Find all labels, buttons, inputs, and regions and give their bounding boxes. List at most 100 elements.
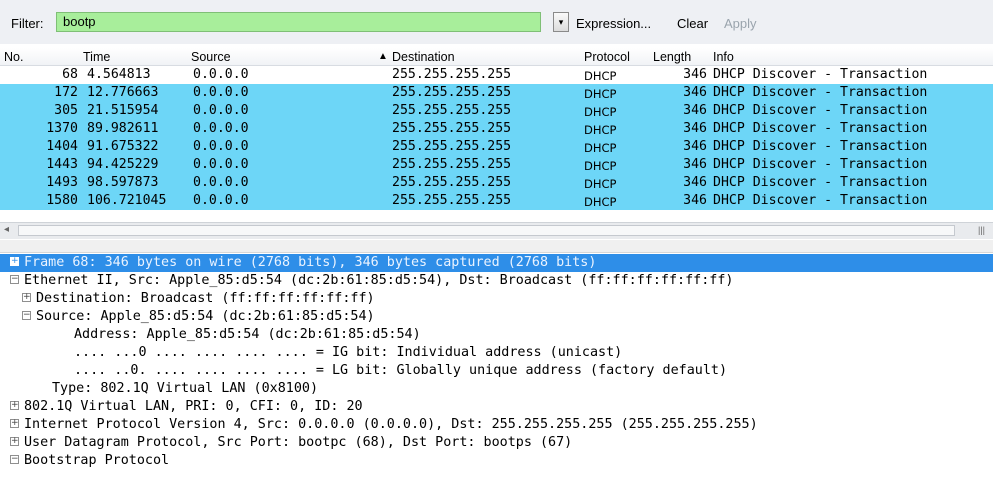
packet-cell-protocol: DHCP [584, 141, 617, 155]
apply-button[interactable]: Apply [724, 16, 757, 31]
packet-cell-time: 12.776663 [87, 85, 159, 100]
packet-row[interactable]: 305 21.515954 0.0.0.0 255.255.255.255 DHCP 34… [0, 102, 993, 120]
packet-list-horizontal-scrollbar[interactable]: ◂ ||| [0, 222, 993, 239]
filter-label: Filter: [11, 16, 44, 31]
detail-row[interactable]: + User Datagram Protocol, Src Port: bootp… [0, 434, 993, 452]
packet-cell-info: DHCP Discover - Transaction [713, 121, 928, 136]
expand-icon[interactable]: + [22, 293, 31, 302]
packet-row[interactable]: 68 4.564813 0.0.0.0 255.255.255.255 DHCP 346 D… [0, 66, 993, 84]
packet-cell-destination: 255.255.255.255 [392, 103, 512, 118]
packet-cell-info: DHCP Discover - Transaction [713, 103, 928, 118]
packet-cell-protocol: DHCP [584, 105, 617, 119]
detail-row[interactable]: − Bootstrap Protocol [0, 452, 993, 470]
packet-cell-destination: 255.255.255.255 [392, 157, 512, 172]
detail-row[interactable]: + Frame 68: 346 bytes on wire (2768 bits)… [0, 254, 993, 272]
filter-dropdown-button[interactable]: ▾ [553, 12, 569, 32]
detail-row-text: .... ...0 .... .... .... .... = IG bit: … [74, 345, 623, 360]
column-header-info[interactable]: Info [713, 50, 734, 64]
detail-row[interactable]: − Ethernet II, Src: Apple_85:d5:54 (dc:2b… [0, 272, 993, 290]
column-header-source[interactable]: Source [191, 50, 231, 64]
packet-cell-time: 94.425229 [87, 157, 159, 172]
packet-row[interactable]: 1443 94.425229 0.0.0.0 255.255.255.255 DHCP 3… [0, 156, 993, 174]
detail-row[interactable]: − Source: Apple_85:d5:54 (dc:2b:61:85:d5:… [0, 308, 993, 326]
packet-rows: 68 4.564813 0.0.0.0 255.255.255.255 DHCP 346 D… [0, 66, 993, 210]
packet-row[interactable]: 1370 89.982611 0.0.0.0 255.255.255.255 DHCP 3… [0, 120, 993, 138]
packet-row[interactable]: 172 12.776663 0.0.0.0 255.255.255.255 DHCP 34… [0, 84, 993, 102]
packet-cell-source: 0.0.0.0 [193, 103, 249, 118]
detail-row[interactable]: +802.1Q Virtual LAN, PRI: 0, CFI: 0, ID:… [0, 398, 993, 416]
packet-cell-info: DHCP Discover - Transaction [713, 67, 928, 82]
packet-row[interactable]: 1580 106.721045 0.0.0.0 255.255.255.255 DHCP… [0, 192, 993, 210]
packet-cell-no: 172 [54, 85, 78, 100]
collapse-icon[interactable]: − [22, 311, 31, 320]
packet-cell-destination: 255.255.255.255 [392, 121, 512, 136]
packet-cell-destination: 255.255.255.255 [392, 139, 512, 154]
collapse-icon[interactable]: − [10, 455, 19, 464]
packet-cell-destination: 255.255.255.255 [392, 85, 512, 100]
expression-button[interactable]: Expression... [576, 16, 651, 31]
packet-cell-no: 1370 [46, 121, 78, 136]
packet-list-header: No. Time Source ▲ Destination Protocol L… [0, 48, 993, 66]
packet-cell-length: 346 [683, 175, 707, 190]
pane-divider[interactable] [0, 240, 993, 253]
packet-cell-time: 106.721045 [87, 193, 167, 208]
detail-row-text: Destination: Broadcast (ff:ff:ff:ff:ff:f… [36, 291, 375, 306]
filter-input[interactable]: bootp [56, 12, 541, 32]
detail-row-text: Internet Protocol Version 4, Src: 0.0.0.… [24, 417, 758, 432]
detail-row-text: .... ..0. .... .... .... .... = LG bit: … [74, 363, 728, 378]
packet-cell-no: 1493 [46, 175, 78, 190]
detail-row-text: 802.1Q Virtual LAN, PRI: 0, CFI: 0, ID: … [24, 399, 363, 414]
detail-row[interactable]: .... ..0. .... .... .... .... = LG bit: … [0, 362, 993, 380]
collapse-icon[interactable]: − [10, 275, 19, 284]
detail-row[interactable]: + Internet Protocol Version 4, Src: 0.0.0… [0, 416, 993, 434]
packet-cell-protocol: DHCP [584, 195, 617, 209]
column-header-time[interactable]: Time [83, 50, 110, 64]
packet-cell-info: DHCP Discover - Transaction [713, 157, 928, 172]
packet-cell-protocol: DHCP [584, 177, 617, 191]
packet-cell-length: 346 [683, 193, 707, 208]
detail-row[interactable]: + Destination: Broadcast (ff:ff:ff:ff:ff:… [0, 290, 993, 308]
packet-cell-length: 346 [683, 67, 707, 82]
clear-button[interactable]: Clear [677, 16, 708, 31]
packet-cell-protocol: DHCP [584, 159, 617, 173]
detail-row-text: Ethernet II, Src: Apple_85:d5:54 (dc:2b:… [24, 273, 734, 288]
detail-row-text: Source: Apple_85:d5:54 (dc:2b:61:85:d5:5… [36, 309, 375, 324]
packet-cell-time: 89.982611 [87, 121, 159, 136]
expand-icon[interactable]: + [10, 257, 19, 266]
column-header-protocol[interactable]: Protocol [584, 50, 630, 64]
column-header-no[interactable]: No. [4, 50, 23, 64]
detail-row-text: Frame 68: 346 bytes on wire (2768 bits),… [24, 255, 597, 270]
packet-cell-destination: 255.255.255.255 [392, 175, 512, 190]
detail-row[interactable]: .... ...0 .... .... .... .... = IG bit: … [0, 344, 993, 362]
sort-ascending-icon: ▲ [378, 51, 388, 62]
packet-cell-info: DHCP Discover - Transaction [713, 175, 928, 190]
column-header-destination[interactable]: Destination [392, 50, 455, 64]
scroll-left-icon[interactable]: ◂ [4, 224, 9, 235]
detail-row[interactable]: Address: Apple_85:d5:54 (dc:2b:61:85:d5:… [0, 326, 993, 344]
packet-cell-no: 1443 [46, 157, 78, 172]
packet-cell-destination: 255.255.255.255 [392, 67, 512, 82]
expand-icon[interactable]: + [10, 419, 19, 428]
packet-cell-length: 346 [683, 103, 707, 118]
detail-row-text: Type: 802.1Q Virtual LAN (0x8100) [52, 381, 319, 396]
column-header-length[interactable]: Length [653, 50, 691, 64]
packet-cell-no: 1404 [46, 139, 78, 154]
expand-icon[interactable]: + [10, 437, 19, 446]
packet-cell-time: 4.564813 [87, 67, 151, 82]
packet-cell-info: DHCP Discover - Transaction [713, 139, 928, 154]
scroll-grip-icon: ||| [977, 225, 985, 235]
packet-cell-time: 98.597873 [87, 175, 159, 190]
packet-cell-length: 346 [683, 139, 707, 154]
scrollbar-thumb[interactable] [18, 225, 955, 236]
filter-toolbar: Filter: bootp ▾ Expression... Clear Appl… [0, 0, 993, 44]
packet-cell-protocol: DHCP [584, 87, 617, 101]
packet-row[interactable]: 1404 91.675322 0.0.0.0 255.255.255.255 DHCP 3… [0, 138, 993, 156]
packet-row[interactable]: 1493 98.597873 0.0.0.0 255.255.255.255 DHCP 3… [0, 174, 993, 192]
packet-cell-length: 346 [683, 157, 707, 172]
packet-cell-no: 1580 [46, 193, 78, 208]
expand-icon[interactable]: + [10, 401, 19, 410]
packet-cell-source: 0.0.0.0 [193, 121, 249, 136]
packet-cell-time: 21.515954 [87, 103, 159, 118]
detail-row[interactable]: Type: 802.1Q Virtual LAN (0x8100) [0, 380, 993, 398]
chevron-down-icon: ▾ [558, 17, 564, 27]
